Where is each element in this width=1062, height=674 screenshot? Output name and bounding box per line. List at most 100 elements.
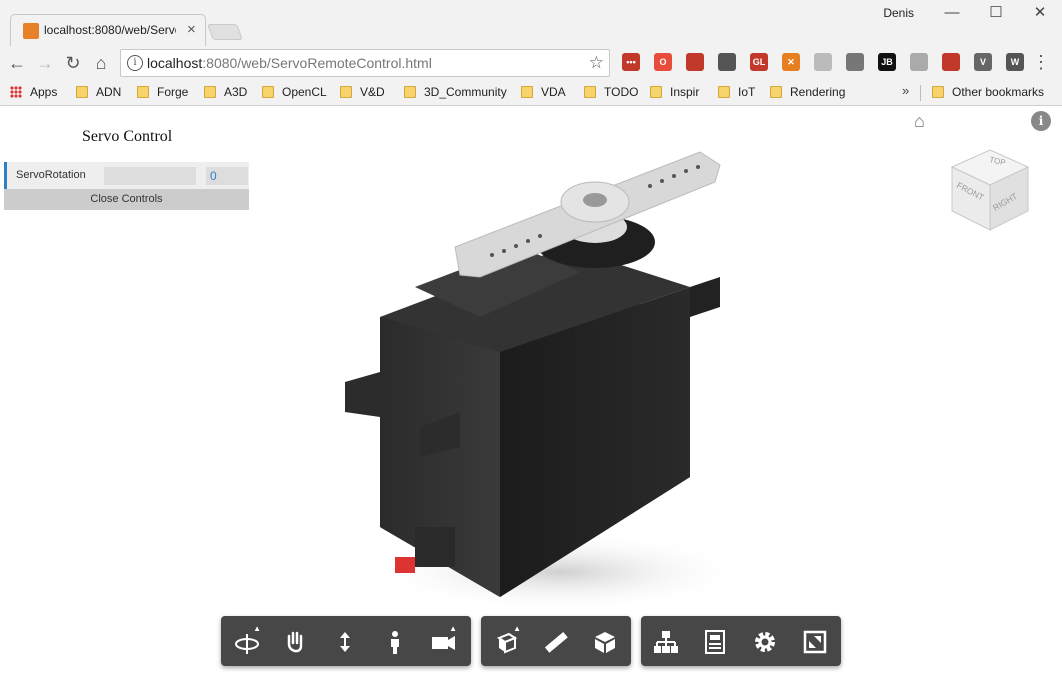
bookmark-todo[interactable]: TODO [584, 85, 638, 99]
tab-title: localhost:8080/web/ServoRemoteControl.ht… [44, 23, 176, 37]
camera-icon[interactable]: ▲ [427, 624, 459, 658]
bookmark-label: Rendering [790, 85, 846, 99]
servo-3d-model[interactable] [320, 127, 740, 607]
chrome-menu-icon[interactable]: ⋮ [1032, 52, 1050, 73]
bookmark-label: A3D [224, 85, 248, 99]
browser-titlebar: localhost:8080/web/ServoRemoteControl.ht… [0, 0, 1062, 46]
new-tab-button[interactable] [207, 24, 243, 40]
close-controls-button[interactable]: Close Controls [4, 189, 249, 210]
folder-icon [718, 86, 730, 98]
mount-tab-right [690, 277, 720, 317]
pan-icon[interactable] [279, 626, 311, 658]
site-info-icon[interactable]: i [127, 55, 143, 71]
folder-icon [650, 86, 662, 98]
bookmark-label: IoT [738, 85, 756, 99]
folder-icon [340, 86, 352, 98]
ext-jb-icon[interactable]: JB [878, 53, 896, 71]
zoom-icon[interactable] [329, 626, 361, 658]
ext-circle-icon[interactable] [814, 53, 832, 71]
bookmark-v-d[interactable]: V&D [340, 85, 385, 99]
ext-v-icon[interactable]: V [974, 53, 992, 71]
bookmark-rendering[interactable]: Rendering [770, 85, 845, 99]
folder-icon [770, 86, 782, 98]
bookmark-iot[interactable]: IoT [718, 85, 755, 99]
explode-icon[interactable]: ▲ [491, 624, 523, 658]
navigation-tools: ▲ ▲ [221, 616, 471, 666]
ext-cube-icon[interactable] [942, 53, 960, 71]
bookmark-label: Forge [157, 85, 189, 99]
bookmarks-divider [920, 85, 921, 101]
model-tools: ▲ [481, 616, 631, 666]
other-bookmarks[interactable]: Other bookmarks [932, 85, 1044, 99]
folder-icon [521, 86, 533, 98]
orbit-icon[interactable]: ▲ [231, 624, 263, 658]
bookmarks-bar: Apps ADN Forge A3D OpenCL V&D 3D_Community VDA T… [0, 80, 1062, 106]
folder-icon [204, 86, 216, 98]
reload-icon[interactable]: ↻ [62, 53, 84, 74]
bookmark-inspir[interactable]: Inspir [650, 85, 699, 99]
ext-dots-icon[interactable]: ••• [622, 53, 640, 71]
browser-toolbar: ← → ↻ ⌂ i localhost:8080/web/ServoRemote… [0, 46, 1062, 80]
ext-pocket-icon[interactable] [718, 53, 736, 71]
folder-icon [932, 86, 944, 98]
folder-icon [76, 86, 88, 98]
close-window-button[interactable]: ✕ [1018, 2, 1062, 24]
cable-connector [395, 557, 415, 573]
first-person-icon[interactable] [379, 626, 411, 658]
measure-icon[interactable] [540, 626, 572, 658]
fullscreen-icon[interactable] [799, 626, 831, 658]
settings-icon[interactable] [749, 626, 781, 658]
bookmark-adn[interactable]: ADN [76, 85, 121, 99]
bookmark-label: TODO [604, 85, 639, 99]
forward-icon[interactable]: → [34, 53, 56, 74]
bookmark-apps[interactable]: Apps [10, 85, 57, 99]
address-bar[interactable]: i localhost:8080/web/ServoRemoteControl.… [120, 49, 610, 77]
bookmark-vda[interactable]: VDA [521, 85, 566, 99]
ext-gl-icon[interactable]: GL [750, 53, 768, 71]
favicon-icon [23, 23, 39, 39]
ext-avatar-icon[interactable] [686, 53, 704, 71]
bookmarks-overflow-icon[interactable]: » [902, 83, 909, 98]
bookmark-star-icon[interactable]: ☆ [589, 53, 604, 73]
ext-orange-icon[interactable]: ✕ [782, 53, 800, 71]
cable-exit [415, 527, 455, 567]
bookmark-label: VDA [541, 85, 566, 99]
back-icon[interactable]: ← [6, 53, 28, 74]
url-text[interactable]: localhost:8080/web/ServoRemoteControl.ht… [147, 55, 432, 71]
bookmark-opencl[interactable]: OpenCL [262, 85, 327, 99]
settings-tools [641, 616, 841, 666]
section-icon[interactable] [589, 626, 621, 658]
ext-download-icon[interactable] [846, 53, 864, 71]
bookmark-label: 3D_Community [424, 85, 507, 99]
mount-tab-left [345, 372, 380, 417]
tab-close-icon[interactable]: × [187, 21, 196, 38]
info-icon[interactable]: i [1031, 111, 1051, 131]
properties-icon[interactable] [699, 626, 731, 658]
browser-tab[interactable]: localhost:8080/web/ServoRemoteControl.ht… [10, 14, 206, 46]
profile-name[interactable]: Denis [883, 6, 914, 20]
folder-icon [137, 86, 149, 98]
bookmark-3d-community[interactable]: 3D_Community [404, 85, 507, 99]
bookmark-label: V&D [360, 85, 385, 99]
folder-icon [404, 86, 416, 98]
minimize-button[interactable]: — [930, 2, 974, 24]
home-view-icon[interactable]: ⌂ [914, 111, 925, 132]
model-browser-icon[interactable] [650, 626, 682, 658]
bookmark-forge[interactable]: Forge [137, 85, 188, 99]
servo-rotation-value[interactable]: 0 [206, 167, 248, 185]
ext-gray-icon[interactable] [910, 53, 928, 71]
viewcube[interactable]: TOP FRONT RIGHT [945, 145, 1035, 235]
forge-viewer[interactable]: Servo Control ServoRotation 0 Close Cont… [0, 107, 1062, 674]
ext-opera-icon[interactable]: O [654, 53, 672, 71]
maximize-button[interactable]: ☐ [974, 2, 1018, 24]
horn-screw [583, 193, 607, 207]
servo-rotation-control: ServoRotation 0 [4, 162, 249, 189]
folder-icon [262, 86, 274, 98]
home-icon[interactable]: ⌂ [90, 53, 112, 74]
bookmark-label: ADN [96, 85, 122, 99]
bookmark-label: Inspir [670, 85, 700, 99]
servo-rotation-slider[interactable] [104, 167, 196, 185]
ext-w-icon[interactable]: W [1006, 53, 1024, 71]
bookmark-a3d[interactable]: A3D [204, 85, 247, 99]
apps-grid-icon [10, 86, 22, 98]
